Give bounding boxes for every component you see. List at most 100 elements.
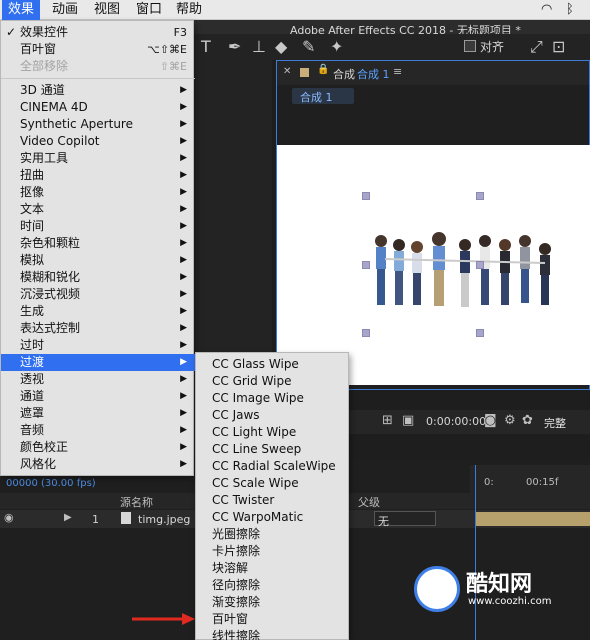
transition-submenu-item[interactable]: 卡片擦除 — [196, 543, 350, 560]
effects-menu-item-label: 表达式控制 — [20, 321, 81, 335]
composition-canvas[interactable] — [277, 145, 590, 385]
transition-submenu-item[interactable]: CC Grid Wipe — [196, 373, 350, 390]
effects-menu-item[interactable]: 3D 通道 ▶ — [1, 82, 195, 99]
transition-submenu-item[interactable]: CC Light Wipe — [196, 424, 350, 441]
submenu-arrow-icon: ▶ — [180, 119, 187, 129]
transition-submenu-item[interactable]: CC Image Wipe — [196, 390, 350, 407]
effects-menu-item[interactable]: 颜色校正 ▶ — [1, 439, 195, 456]
eraser-tool-icon[interactable]: ◆ — [275, 37, 287, 56]
time-readout[interactable]: 0:00:00:00 — [426, 415, 486, 428]
layer-name[interactable]: timg.jpeg — [138, 513, 190, 526]
effects-menu-item[interactable]: 沉浸式视频 ▶ — [1, 286, 195, 303]
transition-submenu-item[interactable]: CC Radial ScaleWipe — [196, 458, 350, 475]
effects-menu-item[interactable]: 生成 ▶ — [1, 303, 195, 320]
camera-icon[interactable]: ◙ — [484, 413, 497, 428]
ruler-mark-label: 00:15f — [526, 477, 559, 488]
effects-menu-item[interactable]: 风格化 ▶ — [1, 456, 195, 473]
bluetooth-icon[interactable]: ᛒ — [566, 0, 574, 20]
menubar-item[interactable]: 视图 — [88, 0, 126, 20]
color-channels-icon[interactable]: ✿ — [522, 413, 533, 428]
transform-handle[interactable] — [476, 329, 484, 337]
align-checkbox[interactable] — [464, 40, 476, 52]
effects-menu-item[interactable]: 过时 ▶ — [1, 337, 195, 354]
puppet-pin-icon[interactable]: ✦ — [330, 37, 343, 56]
transition-submenu-item[interactable]: 径向擦除 — [196, 577, 350, 594]
effects-menu-item[interactable]: 时间 ▶ — [1, 218, 195, 235]
effects-menu-item[interactable]: 透视 ▶ — [1, 371, 195, 388]
type-tool-icon[interactable]: T — [201, 37, 211, 56]
transition-submenu-item[interactable]: 块溶解 — [196, 560, 350, 577]
playhead[interactable] — [475, 465, 476, 640]
effects-menu-item[interactable]: 过渡 ▶ — [1, 354, 195, 371]
effects-menu-item-label: 过渡 — [20, 355, 45, 369]
wifi-icon[interactable]: ◠ — [541, 0, 552, 20]
effects-menu-item[interactable]: 模糊和锐化 ▶ — [1, 269, 195, 286]
transform-handle[interactable] — [362, 261, 370, 269]
transition-submenu-item[interactable]: CC Scale Wipe — [196, 475, 350, 492]
transition-submenu-item[interactable]: CC Line Sweep — [196, 441, 350, 458]
effects-menu-item: 全部移除 ⇧⌘E — [1, 58, 195, 75]
effects-menu-item-label: 全部移除 — [20, 59, 69, 73]
transition-submenu-item[interactable]: 光圈擦除 — [196, 526, 350, 543]
close-icon[interactable]: ✕ — [283, 66, 291, 77]
transition-submenu-item[interactable]: 渐变擦除 — [196, 594, 350, 611]
pen-tool-icon[interactable]: ✒ — [228, 37, 241, 56]
submenu-arrow-icon: ▶ — [180, 374, 187, 384]
expand-arrow-icon[interactable]: ▶ — [64, 512, 72, 523]
effects-menu-item[interactable]: 百叶窗 ⌥⇧⌘E — [1, 41, 195, 58]
effects-menu-item[interactable]: ✓ 效果控件 F3 — [1, 24, 195, 41]
effects-menu-item-label: 音频 — [20, 423, 45, 437]
snap-icon[interactable]: ⊡ — [552, 37, 565, 56]
effects-menu-item[interactable]: 扭曲 ▶ — [1, 167, 195, 184]
transition-submenu-item[interactable]: CC Jaws — [196, 407, 350, 424]
effects-menu-item[interactable]: 音频 ▶ — [1, 422, 195, 439]
effects-menu-item[interactable]: 杂色和颗粒 ▶ — [1, 235, 195, 252]
roto-brush-icon[interactable]: ✎ — [302, 37, 315, 56]
menubar-item[interactable]: 动画 — [46, 0, 84, 20]
transform-handle[interactable] — [476, 261, 484, 269]
transition-submenu-item[interactable]: CC WarpoMatic — [196, 509, 350, 526]
effects-menu-item[interactable]: Synthetic Aperture ▶ — [1, 116, 195, 133]
submenu-arrow-icon: ▶ — [180, 255, 187, 265]
transparency-grid-icon[interactable]: ▣ — [402, 413, 414, 428]
expand-icon[interactable]: ⤢ — [530, 37, 543, 57]
transform-handle[interactable] — [362, 192, 370, 200]
effects-menu-item[interactable]: Video Copilot ▶ — [1, 133, 195, 150]
effects-menu-item[interactable]: 模拟 ▶ — [1, 252, 195, 269]
submenu-arrow-icon: ▶ — [180, 238, 187, 248]
transform-handle[interactable] — [476, 192, 484, 200]
effects-menu-item-label: 实用工具 — [20, 151, 69, 165]
effects-menu-item[interactable]: 实用工具 ▶ — [1, 150, 195, 167]
menu-icon[interactable]: ≡ — [393, 65, 402, 78]
visibility-eye-icon[interactable]: ◉ — [4, 511, 14, 524]
effects-menu-item[interactable]: 通道 ▶ — [1, 388, 195, 405]
transform-handle[interactable] — [362, 329, 370, 337]
menu-shortcut: ⌥⇧⌘E — [147, 43, 187, 56]
effects-menu-item-label: 模拟 — [20, 253, 45, 267]
channel-icon[interactable]: ⚙ — [504, 413, 516, 428]
effects-menu-item[interactable]: 遮罩 ▶ — [1, 405, 195, 422]
transition-submenu-item[interactable]: 线性擦除 — [196, 628, 350, 640]
resolution-dropdown[interactable]: 完整 — [544, 415, 566, 431]
transition-submenu-item[interactable]: 百叶窗 — [196, 611, 350, 628]
layer-duration-bar[interactable] — [476, 512, 590, 526]
menu-separator — [1, 78, 195, 79]
effects-menu-item[interactable]: 文本 ▶ — [1, 201, 195, 218]
menubar-item[interactable]: 效果 — [2, 0, 41, 20]
transition-submenu-item[interactable]: CC Glass Wipe — [196, 356, 350, 373]
stamp-tool-icon[interactable]: ⊥ — [252, 37, 266, 56]
tab-composition[interactable]: 合成 1 — [357, 66, 390, 82]
effects-menu-item-label: 扭曲 — [20, 168, 45, 182]
parent-header[interactable]: 父级 — [358, 494, 380, 510]
timeline-current-time[interactable]: 00000 (30.00 fps) — [6, 478, 96, 489]
transition-submenu-item[interactable]: CC Twister — [196, 492, 350, 509]
menubar-item[interactable]: 窗口 — [130, 0, 168, 20]
effects-menu-item-label: 抠像 — [20, 185, 45, 199]
lock-icon[interactable]: 🔒 — [317, 64, 329, 75]
source-name-header[interactable]: 源名称 — [120, 494, 153, 510]
effects-menu-item[interactable]: CINEMA 4D ▶ — [1, 99, 195, 116]
effects-menu-item[interactable]: 抠像 ▶ — [1, 184, 195, 201]
effects-menu-item[interactable]: 表达式控制 ▶ — [1, 320, 195, 337]
menubar-item[interactable]: 帮助 — [170, 0, 208, 20]
region-icon[interactable]: ⊞ — [382, 413, 393, 428]
